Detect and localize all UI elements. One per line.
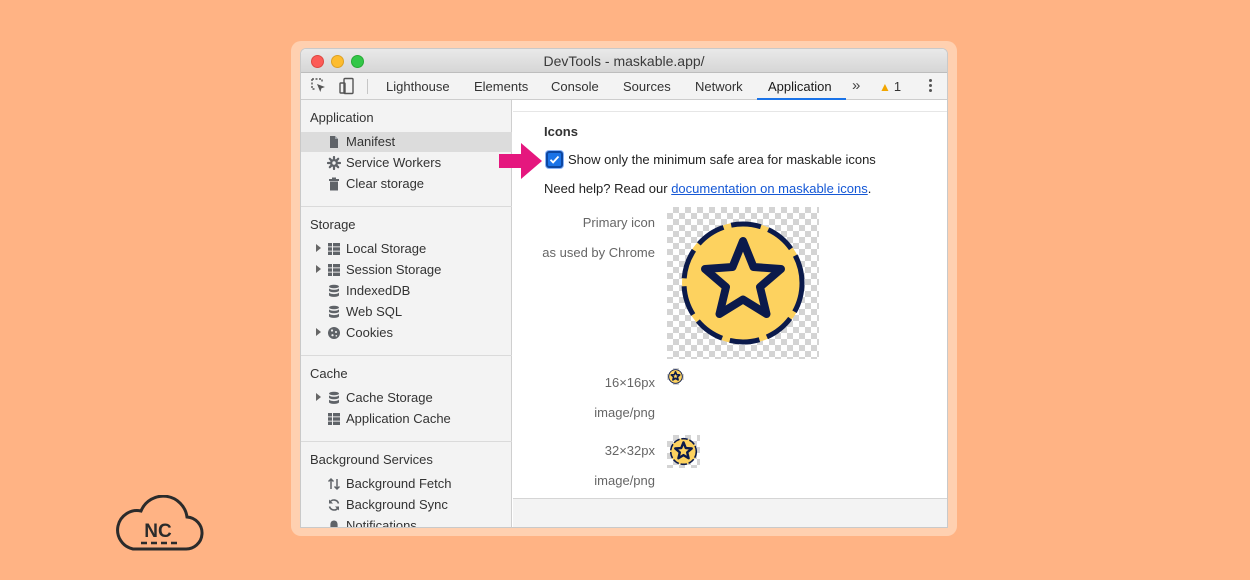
section-divider	[301, 355, 512, 356]
cookie-icon	[327, 326, 341, 340]
help-text: Need help? Read our documentation on mas…	[544, 181, 871, 196]
tab-application[interactable]: Application	[768, 79, 832, 94]
grid-icon	[327, 242, 341, 256]
sidebar-item-service-workers[interactable]: Service Workers	[301, 153, 512, 173]
sidebar-item-session-storage[interactable]: Session Storage	[301, 260, 512, 280]
icon-16-type-label: image/png	[594, 405, 655, 420]
icon-32-size-label: 32×32px	[604, 443, 655, 458]
sidebar-item-indexeddb[interactable]: IndexedDB	[301, 281, 512, 301]
primary-icon-label: Primary icon	[582, 215, 655, 230]
sidebar-item-manifest[interactable]: Manifest	[301, 132, 512, 152]
sidebar-item-cache-storage[interactable]: Cache Storage	[301, 388, 512, 408]
sidebar-item-label: Local Storage	[346, 241, 427, 256]
updown-arrows-icon	[327, 477, 341, 491]
sidebar-item-label: Web SQL	[346, 304, 403, 319]
device-toolbar-icon[interactable]	[338, 77, 356, 95]
sidebar-item-clear-storage[interactable]: Clear storage	[301, 174, 512, 194]
sidebar-item-notifications[interactable]: Notifications	[301, 516, 512, 527]
sidebar-item-label: Clear storage	[346, 176, 425, 191]
more-tabs-button[interactable]: »	[852, 77, 860, 94]
tab-sources[interactable]: Sources	[623, 79, 671, 94]
sidebar-item-cookies[interactable]: Cookies	[301, 323, 512, 343]
warning-icon: ▲	[879, 80, 891, 94]
bell-icon	[327, 519, 341, 527]
sidebar-item-label: Service Workers	[346, 155, 442, 170]
expand-arrow-icon[interactable]	[316, 265, 321, 273]
sidebar-item-application-cache[interactable]: Application Cache	[301, 409, 512, 429]
sidebar-item-label: IndexedDB	[346, 283, 411, 298]
sidebar-item-label: Application Cache	[346, 411, 451, 426]
warnings-counter[interactable]: ▲ 1	[879, 79, 901, 94]
sidebar-item-web-sql[interactable]: Web SQL	[301, 302, 512, 322]
database-icon	[327, 391, 341, 405]
tab-console[interactable]: Console	[551, 79, 599, 94]
icon-16-size-label: 16×16px	[604, 375, 655, 390]
section-title-storage: Storage	[310, 217, 356, 232]
tab-lighthouse[interactable]: Lighthouse	[386, 79, 450, 94]
tab-elements[interactable]: Elements	[474, 79, 528, 94]
tab-network[interactable]: Network	[695, 79, 743, 94]
icon-32-preview	[667, 435, 700, 468]
gear-icon	[326, 155, 342, 171]
database-icon	[327, 305, 341, 319]
warning-count: 1	[893, 79, 902, 94]
window-title: DevTools - maskable.app/	[543, 53, 705, 69]
help-prefix: Need help? Read our	[544, 181, 672, 196]
panel-footer	[513, 498, 947, 527]
sidebar-item-label: Background Sync	[346, 497, 448, 512]
sidebar-item-background-sync[interactable]: Background Sync	[301, 495, 512, 515]
sidebar-item-label: Background Fetch	[346, 476, 452, 491]
logo-text: NC	[144, 521, 172, 542]
sidebar-item-label: Cookies	[346, 325, 393, 340]
sync-icon	[327, 498, 341, 512]
icon-32-type-label: image/png	[594, 473, 655, 488]
icons-heading: Icons	[544, 124, 578, 139]
inspect-element-icon[interactable]	[310, 77, 328, 95]
sidebar-item-background-fetch[interactable]: Background Fetch	[301, 474, 512, 494]
help-suffix: .	[867, 181, 872, 196]
section-divider	[301, 441, 512, 442]
grid-icon	[327, 263, 341, 277]
sidebar-item-local-storage[interactable]: Local Storage	[301, 239, 512, 259]
toolbar-separator	[367, 79, 368, 94]
panel-header-strip	[513, 100, 947, 112]
sidebar-item-label: Session Storage	[346, 262, 442, 277]
safe-area-checkbox[interactable]	[546, 151, 563, 168]
sidebar-item-label: Notifications	[346, 518, 417, 527]
devtools-toolbar: Lighthouse Elements Console Sources Netw…	[301, 73, 947, 100]
nc-cloud-logo-icon: NC	[116, 495, 204, 551]
sidebar: Application Manifest Service Workers Cle…	[301, 100, 512, 527]
expand-arrow-icon[interactable]	[316, 393, 321, 401]
trash-icon	[327, 177, 341, 191]
expand-arrow-icon[interactable]	[316, 328, 321, 336]
section-title-background-services: Background Services	[310, 452, 433, 467]
sidebar-item-label: Cache Storage	[346, 390, 433, 405]
kebab-menu-icon[interactable]	[924, 77, 936, 95]
icon-16-preview	[667, 368, 684, 385]
documentation-link[interactable]: documentation on maskable icons	[671, 181, 868, 196]
annotation-arrow-icon	[499, 143, 542, 179]
database-icon	[327, 284, 341, 298]
section-title-application: Application	[310, 110, 374, 125]
section-title-cache: Cache	[310, 366, 348, 381]
grid-icon	[327, 412, 341, 426]
file-icon	[327, 135, 341, 149]
sidebar-item-label: Manifest	[346, 134, 396, 149]
devtools-window: DevTools - maskable.app/ Lighthouse Elem…	[301, 49, 947, 527]
safe-area-checkbox-label[interactable]: Show only the minimum safe area for mask…	[568, 152, 876, 167]
section-divider	[301, 206, 512, 207]
expand-arrow-icon[interactable]	[316, 244, 321, 252]
title-bar: DevTools - maskable.app/	[301, 49, 947, 73]
primary-icon-sublabel: as used by Chrome	[542, 245, 655, 260]
primary-icon-preview	[667, 207, 819, 359]
